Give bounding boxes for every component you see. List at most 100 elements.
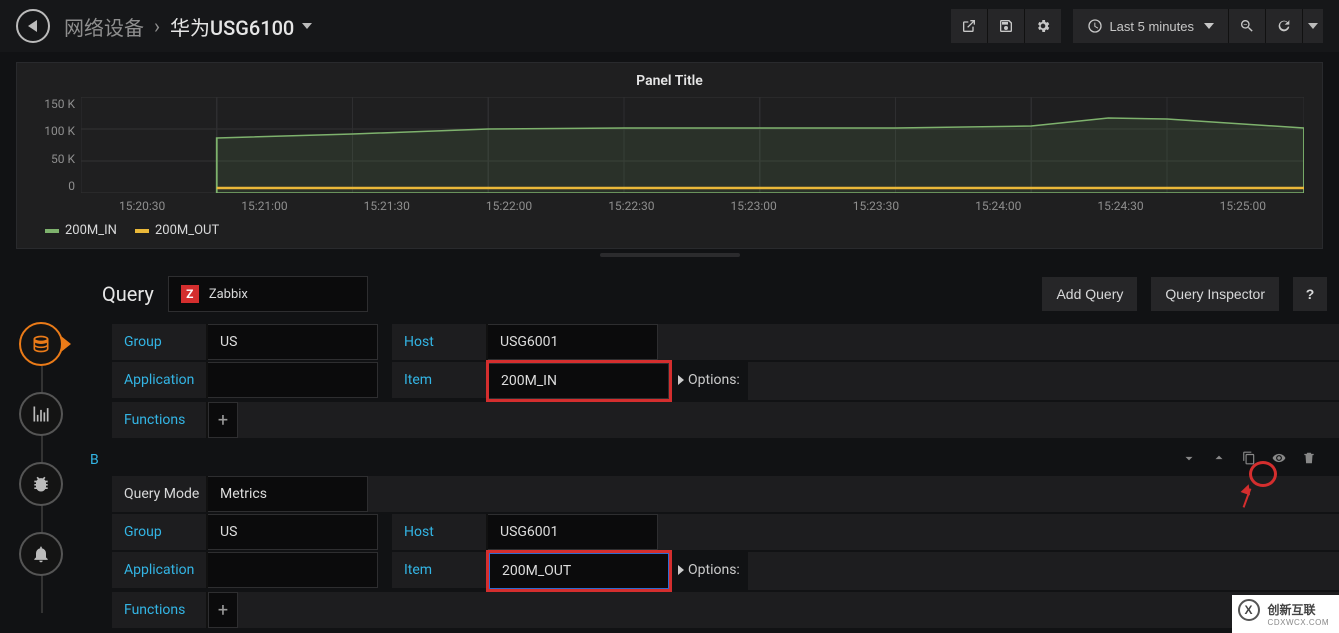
save-button[interactable] (988, 9, 1025, 43)
input-item-b[interactable]: 200M_OUT (489, 553, 669, 589)
share-icon (961, 18, 977, 34)
chart-plot[interactable] (81, 97, 1304, 193)
x-tick: 15:25:00 (1182, 199, 1304, 213)
x-tick: 15:21:00 (203, 199, 325, 213)
dashboard-actions (951, 9, 1061, 43)
x-tick: 15:21:30 (326, 199, 448, 213)
chevron-down-icon (1204, 23, 1214, 29)
add-function-b[interactable]: + (208, 592, 238, 628)
breadcrumb-current[interactable]: 华为USG6100 (170, 12, 294, 41)
x-tick: 15:23:00 (692, 199, 814, 213)
legend-label: 200M_IN (65, 223, 117, 238)
options-toggle-b[interactable]: Options: (670, 552, 748, 588)
watermark-cn: 创新互联 (1268, 601, 1329, 618)
panel-editor: Query Z Zabbix Add Query Query Inspector… (0, 262, 1339, 633)
time-range-label: Last 5 minutes (1109, 19, 1194, 34)
input-application-a[interactable] (208, 362, 378, 398)
y-tick: 100 K (35, 124, 75, 138)
tab-queries[interactable] (19, 322, 63, 366)
x-tick: 15:20:30 (81, 199, 203, 213)
add-function-a[interactable]: + (208, 402, 238, 438)
query-b: Query Mode Metrics Group US Host USG6001… (112, 476, 1339, 628)
editor-tab-rail (14, 322, 68, 633)
query-label: Query (102, 282, 154, 306)
input-group-b[interactable]: US (208, 514, 378, 550)
tab-visualization[interactable] (19, 392, 63, 436)
datasource-select[interactable]: Z Zabbix (168, 276, 368, 312)
toggle-visibility-button[interactable] (1267, 451, 1291, 469)
x-tick: 15:24:30 (1059, 199, 1181, 213)
legend-item-in[interactable]: 200M_IN (45, 223, 117, 238)
input-host-b[interactable]: USG6001 (488, 514, 658, 550)
chart-legend: 200M_IN 200M_OUT (17, 213, 1322, 238)
delete-query-button[interactable] (1297, 451, 1321, 469)
zoom-out-icon (1239, 18, 1255, 34)
x-tick: 15:23:30 (815, 199, 937, 213)
arrow-left-icon (28, 20, 37, 32)
bell-icon (31, 544, 51, 564)
arrow-down-icon (1182, 451, 1196, 465)
eye-icon (1272, 451, 1286, 465)
time-controls: Last 5 minutes (1073, 9, 1323, 43)
label-item: Item (392, 552, 488, 588)
legend-swatch (135, 229, 149, 233)
move-down-button[interactable] (1177, 451, 1201, 469)
refresh-icon (1276, 18, 1292, 34)
gear-icon (1035, 18, 1051, 34)
panel-title[interactable]: Panel Title (17, 69, 1322, 97)
watermark-logo: X (1238, 599, 1260, 621)
y-tick: 50 K (35, 152, 75, 166)
database-icon (31, 334, 51, 354)
tab-general[interactable] (19, 462, 63, 506)
bug-icon (31, 474, 51, 494)
legend-item-out[interactable]: 200M_OUT (135, 223, 219, 238)
tab-alert[interactable] (19, 532, 63, 576)
duplicate-query-button[interactable] (1237, 451, 1261, 469)
clock-icon (1087, 18, 1103, 34)
y-tick: 150 K (35, 97, 75, 111)
input-query-mode-b[interactable]: Metrics (208, 476, 368, 512)
label-functions: Functions (112, 402, 208, 438)
top-nav: 网络设备 › 华为USG6100 Last 5 minutes (0, 0, 1339, 52)
x-tick: 15:22:30 (570, 199, 692, 213)
save-icon (998, 18, 1014, 34)
panel-resize-handle[interactable] (600, 253, 740, 257)
input-group-a[interactable]: US (208, 324, 378, 360)
datasource-row: Query Z Zabbix Add Query Query Inspector… (82, 262, 1339, 322)
label-host: Host (392, 514, 488, 550)
share-button[interactable] (951, 9, 988, 43)
move-up-button[interactable] (1207, 451, 1231, 469)
input-application-b[interactable] (208, 552, 378, 588)
input-item-a[interactable]: 200M_IN (489, 363, 669, 399)
query-a: Group US Host USG6001 Application Item 2… (112, 324, 1339, 438)
label-application: Application (112, 552, 208, 588)
chevron-down-icon (1308, 23, 1318, 29)
trash-icon (1302, 451, 1316, 465)
breadcrumb: 网络设备 › 华为USG6100 (64, 12, 312, 41)
add-query-button[interactable]: Add Query (1042, 277, 1137, 311)
chart-icon (31, 404, 51, 424)
graph-panel: Panel Title 150 K 100 K 50 K 0 (16, 62, 1323, 249)
back-button[interactable] (16, 9, 50, 43)
time-range-picker[interactable]: Last 5 minutes (1073, 9, 1229, 43)
chevron-down-icon[interactable] (302, 23, 312, 29)
arrow-up-icon (1212, 451, 1226, 465)
query-inspector-button[interactable]: Query Inspector (1151, 277, 1279, 311)
breadcrumb-separator: › (154, 14, 160, 38)
datasource-name: Zabbix (209, 287, 248, 302)
refresh-button[interactable] (1266, 9, 1303, 43)
input-host-a[interactable]: USG6001 (488, 324, 658, 360)
legend-swatch (45, 229, 59, 233)
options-toggle-a[interactable]: Options: (670, 362, 748, 398)
zoom-out-button[interactable] (1229, 9, 1266, 43)
settings-button[interactable] (1025, 9, 1061, 43)
breadcrumb-parent[interactable]: 网络设备 (64, 12, 144, 41)
label-group: Group (112, 324, 208, 360)
query-b-header[interactable]: B (82, 446, 1339, 474)
refresh-interval-button[interactable] (1303, 9, 1323, 43)
y-tick: 0 (35, 179, 75, 193)
query-help-button[interactable]: ? (1293, 277, 1327, 311)
caret-right-icon (678, 375, 684, 385)
label-application: Application (112, 362, 208, 398)
label-group: Group (112, 514, 208, 550)
